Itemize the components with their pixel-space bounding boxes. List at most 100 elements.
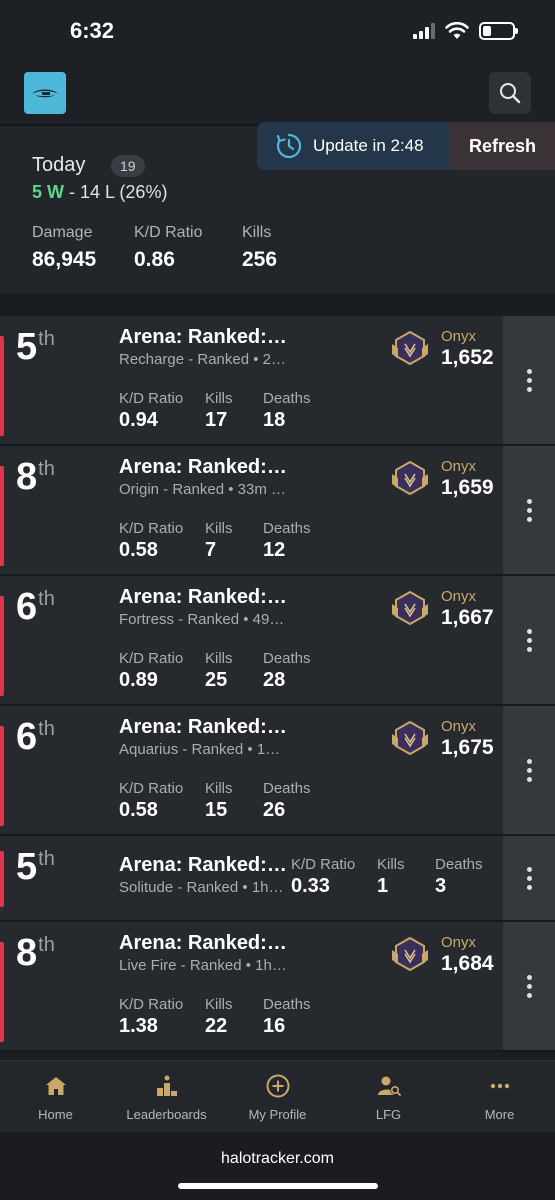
deaths-stat: Deaths 12 [263, 520, 311, 561]
deaths-stat: Deaths 3 [435, 856, 483, 897]
match-options-button[interactable] [503, 316, 555, 444]
rank-value: 1,652 [441, 346, 494, 369]
nav-label: Leaderboards [126, 1107, 207, 1122]
status-time: 6:32 [70, 18, 115, 43]
rank-label: Onyx [441, 328, 477, 345]
mode-title: Arena: Ranked:… [119, 932, 287, 954]
halo-logo-icon[interactable] [24, 72, 66, 114]
wifi-icon [445, 22, 469, 39]
rank-label: Onyx [441, 934, 477, 951]
kills-stat: Kills 1 [377, 856, 405, 897]
update-timer: Update in 2:48 [257, 122, 450, 170]
nav-label: Home [38, 1107, 73, 1122]
mode-title: Arena: Ranked:… [119, 326, 287, 348]
kd-stat: K/D Ratio 0.58 [119, 520, 184, 561]
more-icon [490, 1083, 509, 1089]
nav-home[interactable]: Home [0, 1061, 111, 1132]
match-options-button[interactable] [503, 706, 555, 834]
mode-subtitle: Aquarius - Ranked • 1… [119, 741, 281, 758]
match-card[interactable]: 6th Arena: Ranked:… Aquarius - Ranked • … [0, 706, 555, 836]
match-options-button[interactable] [503, 576, 555, 704]
nav-label: More [484, 1107, 515, 1122]
match-count-badge: 19 [111, 155, 145, 177]
kills-stat: Kills 15 [205, 780, 233, 821]
update-label: Update in 2:48 [313, 136, 424, 155]
status-icons [413, 22, 518, 40]
browser-url-bar[interactable]: halotracker.com [0, 1132, 555, 1200]
rank-value: 1,667 [441, 606, 494, 629]
stat-damage: Damage 86,945 [32, 224, 96, 272]
search-icon [500, 83, 521, 104]
mode-title: Arena: Ranked:… [119, 586, 287, 608]
match-card[interactable]: 6th Arena: Ranked:… Fortress - Ranked • … [0, 576, 555, 706]
search-button[interactable] [489, 72, 531, 114]
mode-subtitle: Recharge - Ranked • 2… [119, 351, 286, 368]
nav-leaderboards[interactable]: Leaderboards [111, 1061, 222, 1132]
placement: 6th [16, 716, 55, 758]
app-bar [0, 60, 555, 124]
match-options-button[interactable] [503, 836, 555, 920]
mode-subtitle: Live Fire - Ranked • 1h… [119, 957, 287, 974]
mode-title: Arena: Ranked:… [119, 456, 287, 478]
loss-indicator [0, 596, 4, 696]
home-icon [45, 1077, 66, 1095]
signal-icon [413, 23, 435, 39]
placement: 8th [16, 932, 55, 974]
loss-indicator [0, 942, 4, 1042]
refresh-button[interactable]: Refresh [450, 122, 555, 170]
stat-kd: K/D Ratio 0.86 [134, 224, 202, 272]
kills-stat: Kills 25 [205, 650, 233, 691]
stat-value: 256 [242, 248, 278, 271]
stat-label: K/D Ratio [134, 224, 203, 241]
placement: 5th [16, 326, 55, 368]
kd-stat: K/D Ratio 0.94 [119, 390, 184, 431]
kills-stat: Kills 17 [205, 390, 233, 431]
match-options-button[interactable] [503, 922, 555, 1050]
deaths-stat: Deaths 18 [263, 390, 311, 431]
placement: 8th [16, 456, 55, 498]
home-indicator[interactable] [178, 1183, 378, 1189]
mode-title: Arena: Ranked:… [119, 716, 287, 738]
stat-kills: Kills 256 [242, 224, 277, 272]
lfg-icon [377, 1076, 401, 1096]
deaths-stat: Deaths 16 [263, 996, 311, 1037]
update-bar: Update in 2:48 Refresh [257, 122, 555, 170]
leaderboards-icon [156, 1075, 177, 1096]
kd-stat: K/D Ratio 1.38 [119, 996, 184, 1037]
kd-stat: K/D Ratio 0.33 [291, 856, 356, 897]
rank-label: Onyx [441, 458, 477, 475]
stat-label: Damage [32, 224, 93, 241]
loss-indicator [0, 726, 4, 826]
match-list: 5th Arena: Ranked:… Recharge - Ranked • … [0, 316, 555, 1052]
onyx-rank-icon [392, 720, 428, 756]
mode-subtitle: Fortress - Ranked • 49… [119, 611, 285, 628]
placement: 5th [16, 846, 55, 888]
rank-value: 1,675 [441, 736, 494, 759]
rank-value: 1,659 [441, 476, 494, 499]
match-card[interactable]: 5th Arena: Ranked:… Solitude - Ranked • … [0, 836, 555, 922]
kills-stat: Kills 7 [205, 520, 233, 561]
nav-lfg[interactable]: LFG [333, 1061, 444, 1132]
nav-more[interactable]: More [444, 1061, 555, 1132]
match-card[interactable]: 8th Arena: Ranked:… Origin - Ranked • 33… [0, 446, 555, 576]
win-loss-record: 5 W - 14 L (26%) [32, 182, 168, 202]
nav-my-profile[interactable]: My Profile [222, 1061, 333, 1132]
stat-label: Kills [242, 224, 272, 241]
match-card[interactable]: 8th Arena: Ranked:… Live Fire - Ranked •… [0, 922, 555, 1052]
onyx-rank-icon [392, 590, 428, 626]
match-options-button[interactable] [503, 446, 555, 574]
mode-title: Arena: Ranked:… [119, 854, 287, 876]
match-card[interactable]: 5th Arena: Ranked:… Recharge - Ranked • … [0, 316, 555, 446]
url-text: halotracker.com [221, 1150, 334, 1167]
add-circle-icon [266, 1074, 289, 1098]
onyx-rank-icon [392, 936, 428, 972]
onyx-rank-icon [392, 330, 428, 366]
timer-icon [276, 133, 302, 159]
deaths-stat: Deaths 28 [263, 650, 311, 691]
placement: 6th [16, 586, 55, 628]
rank-value: 1,684 [441, 952, 494, 975]
stat-value: 86,945 [32, 248, 97, 271]
loss-indicator [0, 466, 4, 566]
divider [0, 294, 555, 316]
win-pct: (26%) [119, 182, 168, 202]
